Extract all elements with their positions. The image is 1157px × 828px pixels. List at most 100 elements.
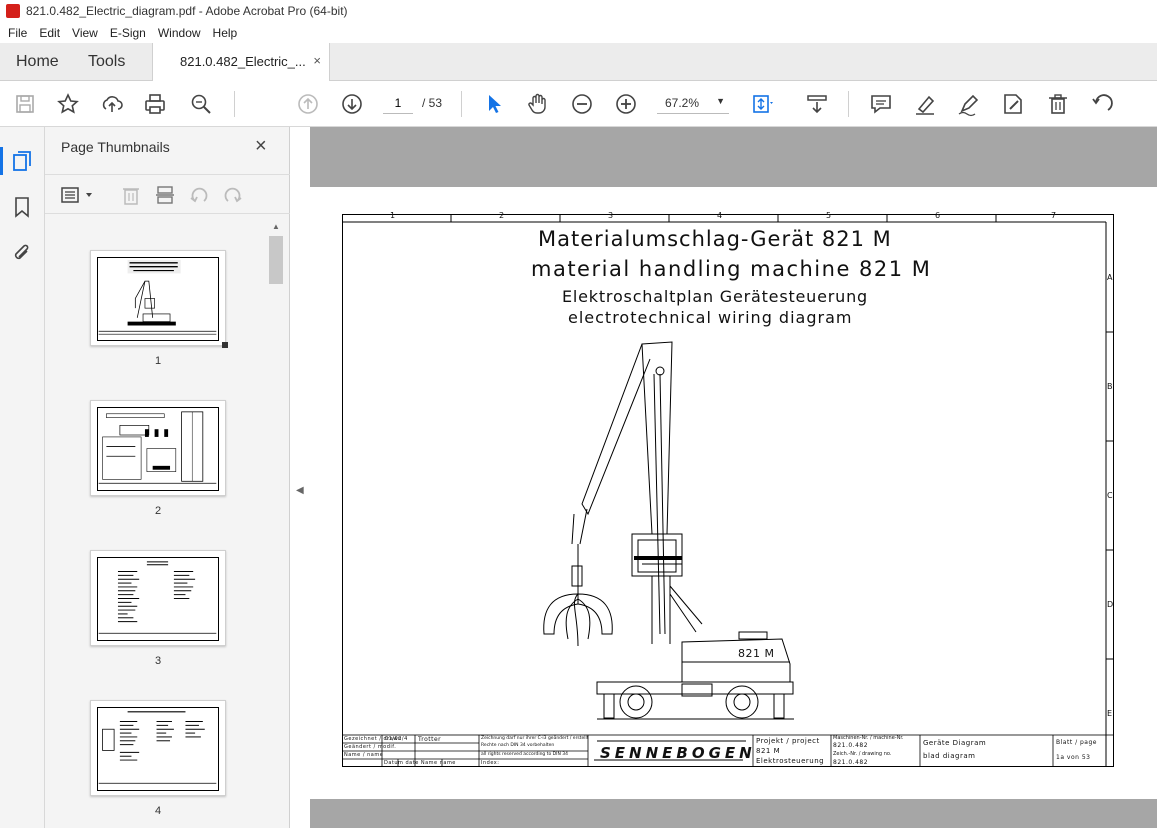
tb-zeich: Zeich.-Nr. / drawing no. <box>833 751 892 757</box>
fill-sign-icon[interactable] <box>1000 91 1026 117</box>
menu-esign[interactable]: E-Sign <box>104 26 152 40</box>
delete-page-icon[interactable] <box>119 183 143 207</box>
zoom-value: 67.2% <box>665 96 700 110</box>
row-marker: E <box>1107 709 1113 718</box>
left-rail <box>0 127 45 828</box>
thumbnail-panel: Page Thumbnails × 1 2 3 4 ▲ <box>45 127 290 828</box>
tb-datum-row: Datum date Name name <box>384 760 456 766</box>
thumbnail-page-4[interactable] <box>90 700 226 796</box>
close-panel-icon[interactable]: × <box>255 135 267 158</box>
tb-drawer: Trotter <box>418 736 442 743</box>
hand-icon[interactable] <box>525 91 551 117</box>
nav-tools[interactable]: Tools <box>88 53 125 71</box>
sign-icon[interactable] <box>956 91 982 117</box>
col-marker: 6 <box>935 211 941 220</box>
tb-notice2: Rechte nach DIN 34 vorbehalten <box>481 743 555 748</box>
zoom-out-icon[interactable] <box>569 91 595 117</box>
tb-zeich-val: 821.0.482 <box>833 759 869 766</box>
panel-title: Page Thumbnails <box>61 139 170 155</box>
thumbnail-label-2: 2 <box>154 505 162 517</box>
scroll-up-icon[interactable]: ▲ <box>272 222 280 231</box>
page-down-icon[interactable] <box>339 91 365 117</box>
star-icon[interactable] <box>55 91 81 117</box>
extract-page-icon[interactable] <box>153 183 177 207</box>
nav-home[interactable]: Home <box>16 53 59 71</box>
col-marker: 3 <box>608 211 614 220</box>
tb-date: 01/02/4 <box>385 736 408 742</box>
attachment-icon[interactable] <box>10 241 34 265</box>
select-pointer-icon[interactable] <box>481 91 507 117</box>
drawing-title-en: material handling machine 821 M <box>531 257 932 281</box>
bookmark-icon[interactable] <box>10 195 34 219</box>
row-marker: A <box>1107 273 1113 282</box>
tab-bar: Home Tools 821.0.482_Electric_... × <box>0 43 1157 82</box>
page-up-icon[interactable] <box>295 91 321 117</box>
tb-blatt-val: 1a von 53 <box>1056 754 1091 761</box>
thumbnail-page-2[interactable] <box>90 400 226 496</box>
tb-geaendert: Geändert / modif. <box>344 744 397 750</box>
fit-page-icon[interactable] <box>749 91 775 117</box>
zoom-in-icon[interactable] <box>613 91 639 117</box>
main-toolbar: / 53 67.2% ▼ <box>0 81 1157 127</box>
brand-name: SENNEBOGEN <box>600 744 756 762</box>
rotate-left-icon[interactable] <box>187 183 211 207</box>
tb-projekt-val2: Elektrosteuerung <box>756 757 825 765</box>
machine-label: 821 M <box>738 647 775 660</box>
scrollbar-thumb[interactable] <box>269 236 283 284</box>
crane-illustration <box>543 341 794 720</box>
collapse-panel-handle[interactable]: ◀ <box>290 127 310 828</box>
menu-file[interactable]: File <box>0 26 33 40</box>
thumbnail-preview <box>97 557 219 641</box>
menu-edit[interactable]: Edit <box>33 26 66 40</box>
page-number-input[interactable] <box>383 92 413 114</box>
resize-handle[interactable] <box>222 342 228 348</box>
tb-name: Name / name <box>344 752 384 758</box>
save-icon[interactable] <box>12 91 38 117</box>
panel-toolbar <box>45 174 290 214</box>
delete-icon[interactable] <box>1045 91 1071 117</box>
thumbnail-options-icon[interactable] <box>59 183 97 207</box>
thumbnail-label-1: 1 <box>154 355 162 367</box>
comment-icon[interactable] <box>868 91 894 117</box>
scroll-mode-icon[interactable] <box>804 91 830 117</box>
zoom-dropdown[interactable]: 67.2% ▼ <box>657 92 729 114</box>
pdf-page: 1 2 3 4 5 6 7 A B C D E Materialumschlag… <box>310 187 1157 799</box>
zoom-search-icon[interactable] <box>188 91 214 117</box>
toolbar-divider <box>848 91 849 117</box>
close-tab-icon[interactable]: × <box>313 53 321 68</box>
tb-projekt: Projekt / project <box>756 737 820 745</box>
thumbnail-page-1[interactable] <box>90 250 228 348</box>
thumbnail-label-3: 3 <box>154 655 162 667</box>
tb-maschinen-val: 821.0.482 <box>833 742 869 749</box>
print-icon[interactable] <box>142 91 168 117</box>
document-tab[interactable]: 821.0.482_Electric_... × <box>152 43 330 82</box>
tb-index: Index: <box>481 760 500 766</box>
col-marker: 1 <box>390 211 396 220</box>
tb-maschinen: Maschinen-Nr. / machine-Nr. <box>833 735 904 741</box>
row-marker: C <box>1107 491 1114 500</box>
thumbnail-preview <box>97 407 219 491</box>
rotate-right-icon[interactable] <box>221 183 245 207</box>
menu-help[interactable]: Help <box>207 26 244 40</box>
thumbnail-scrollbar[interactable]: ▲ <box>269 222 283 828</box>
col-marker: 5 <box>826 211 832 220</box>
row-marker: B <box>1107 382 1113 391</box>
highlight-icon[interactable] <box>912 91 938 117</box>
electric-diagram-cover: 1 2 3 4 5 6 7 A B C D E Materialumschlag… <box>342 211 1114 767</box>
menu-window[interactable]: Window <box>152 26 207 40</box>
document-view[interactable]: 1 2 3 4 5 6 7 A B C D E Materialumschlag… <box>310 127 1157 828</box>
thumbnail-label-4: 4 <box>154 805 162 817</box>
page-total: / 53 <box>422 96 443 110</box>
tb-notice1: Zeichnung darf nur ihrer C-i3 geändert /… <box>481 736 589 741</box>
thumbnail-page-3[interactable] <box>90 550 226 646</box>
undo-icon[interactable] <box>1089 91 1115 117</box>
drawing-subtitle-en: electrotechnical wiring diagram <box>568 308 853 327</box>
page-thumbnails-icon[interactable] <box>10 149 34 173</box>
row-marker: D <box>1107 600 1114 609</box>
upload-icon[interactable] <box>99 91 125 117</box>
thumbnail-preview <box>97 707 219 791</box>
col-marker: 7 <box>1051 211 1057 220</box>
menu-view[interactable]: View <box>66 26 104 40</box>
tb-projekt-val: 821 M <box>756 747 781 755</box>
drawing-subtitle-de: Elektroschaltplan Gerätesteuerung <box>562 287 868 306</box>
